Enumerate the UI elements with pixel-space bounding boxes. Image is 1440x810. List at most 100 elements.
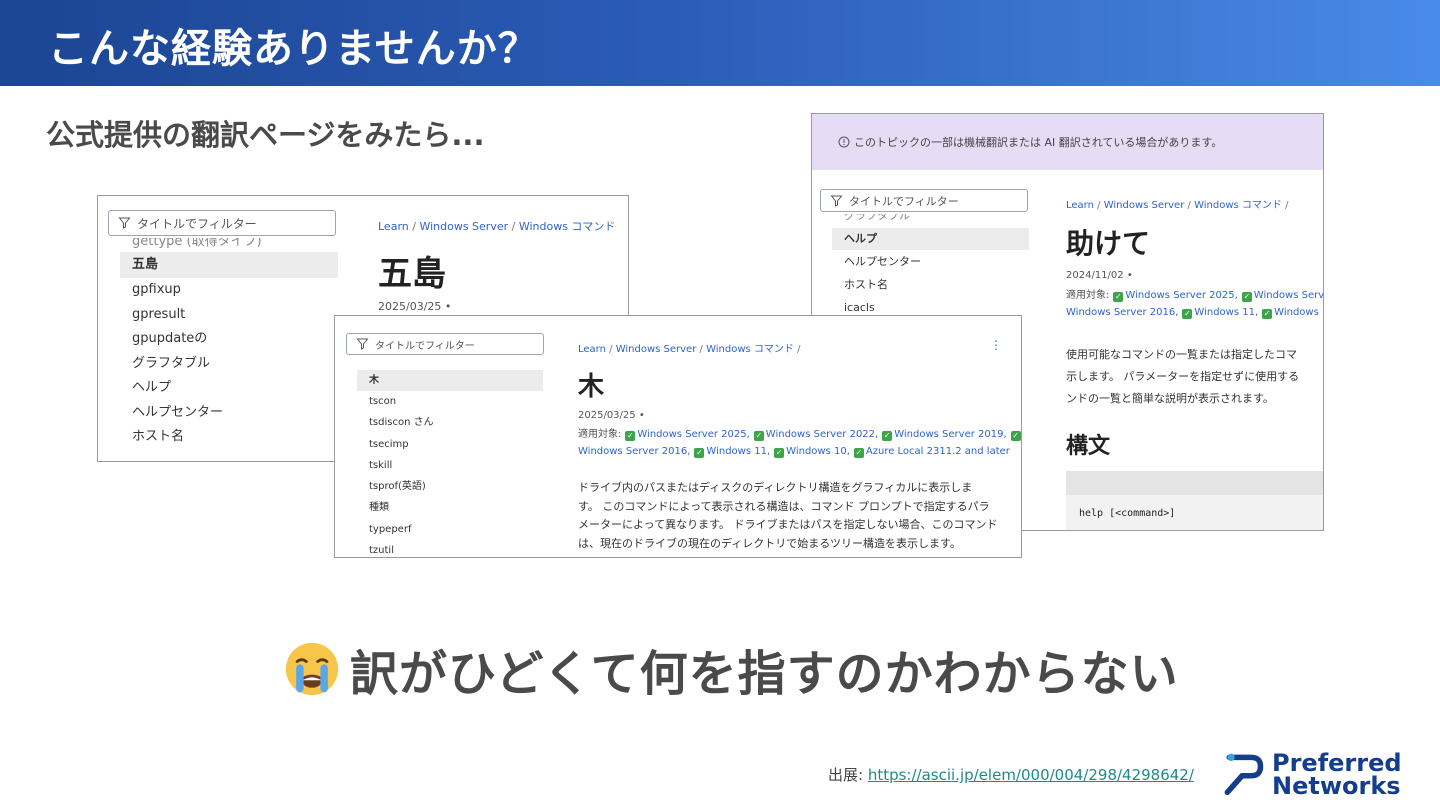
applies-link[interactable]: Windows Server 2019,	[894, 429, 1006, 440]
filter-icon	[830, 195, 843, 207]
nav-item[interactable]: tscon	[357, 391, 543, 412]
logo-text-line1: Preferred	[1272, 749, 1402, 777]
applies-link[interactable]: Windows Server 2025,	[1125, 290, 1237, 301]
nav-item[interactable]: ヘルプ	[120, 376, 338, 401]
body-line: 示します。 パラメーターを指定せずに使用する	[1066, 370, 1300, 383]
logo-text-line2: Networks	[1272, 772, 1401, 800]
nav-item[interactable]: グラフタブル	[120, 352, 338, 377]
screenshot-tree: タイトルでフィルター 木 tscon tsdiscon さん tsecimp t…	[334, 315, 1022, 558]
nav-item[interactable]: グラフタブル	[832, 214, 1029, 228]
page-date: 2024/11/02 •	[1066, 270, 1133, 281]
breadcrumb-link[interactable]: Windows Server	[616, 344, 697, 355]
page-title: 木	[578, 372, 605, 402]
breadcrumb-link[interactable]: Windows コマンド	[1194, 200, 1282, 211]
check-icon: ✓	[853, 448, 864, 458]
breadcrumb: Learn / Windows Server / Windows コマンド /	[1066, 200, 1289, 211]
filter-input[interactable]: タイトルでフィルター	[820, 189, 1028, 212]
reaction-line: 訳がひどくて何を指すのかわからない	[284, 634, 1179, 704]
applies-link[interactable]: Windows 11,	[1194, 307, 1258, 318]
nav-list: 木 tscon tsdiscon さん tsecimp tskill tspro…	[357, 356, 543, 557]
applies-link[interactable]: Windows Server 2025,	[637, 429, 749, 440]
nav-item[interactable]: gpresult	[120, 303, 338, 328]
applies-link[interactable]: Windows Server 2016,	[1066, 307, 1178, 318]
source-link[interactable]: https://ascii.jp/elem/000/004/298/429864…	[868, 766, 1194, 784]
applies-label: 適用対象:	[1066, 290, 1110, 301]
check-icon: ✓	[625, 431, 636, 441]
body-line: す。 このコマンドによって表示される構造は、コマンド プロンプトで指定するパラ	[578, 499, 990, 513]
nav-item-partial	[357, 356, 543, 370]
nav-item-active[interactable]: ヘルプ	[832, 228, 1029, 250]
check-icon: ✓	[1010, 431, 1021, 441]
breadcrumb-link[interactable]: Learn	[578, 344, 606, 355]
breadcrumb-link[interactable]: Windows コマンド	[519, 220, 616, 233]
applies-link[interactable]: Windows 10,	[786, 446, 850, 457]
more-options-icon[interactable]: ⋮	[990, 338, 1002, 352]
nav-item[interactable]: gettype (取得タイプ)	[120, 238, 338, 252]
applies-to: 適用対象:✓Windows Server 2025,✓Windows Serve…	[578, 426, 1021, 460]
breadcrumb: Learn / Windows Server / Windows コマンド	[378, 220, 616, 233]
nav-item[interactable]: ホスト名	[120, 425, 338, 450]
filter-icon	[356, 338, 369, 350]
applies-link[interactable]: Windows 10,	[1274, 307, 1323, 318]
check-icon: ✓	[1262, 309, 1273, 319]
nav-item[interactable]: ホスト名	[832, 273, 1029, 296]
nav-item[interactable]: typeperf	[357, 519, 543, 540]
nav-item[interactable]: 種類	[357, 497, 543, 518]
check-icon: ✓	[882, 431, 893, 441]
preferred-networks-logo: Preferred Networks	[1218, 748, 1422, 800]
nav-item[interactable]: tzutil	[357, 540, 543, 557]
breadcrumb-link[interactable]: Windows Server	[1104, 200, 1185, 211]
nav-item-active[interactable]: 木	[357, 370, 543, 391]
code-text: help [<command>]	[1079, 508, 1176, 519]
applies-to: 適用対象:✓Windows Server 2025,✓Windows Serve…	[1066, 287, 1323, 321]
breadcrumb-link[interactable]: Learn	[378, 220, 409, 233]
breadcrumb: Learn / Windows Server / Windows コマンド /	[578, 344, 801, 355]
nav-item[interactable]: ヘルプセンター	[120, 401, 338, 426]
applies-link[interactable]: Windows Server 2022,	[766, 429, 878, 440]
banner-text: このトピックの一部は機械翻訳または AI 翻訳されている場合があります。	[854, 136, 1223, 149]
check-icon: ✓	[1182, 309, 1193, 319]
filter-icon	[118, 217, 131, 229]
breadcrumb-link[interactable]: Windows コマンド	[706, 344, 794, 355]
applies-link[interactable]: Windows 11,	[706, 446, 770, 457]
body-line: は、現在のドライブの現在のディレクトリで始まるツリー構造を表示します。	[578, 536, 961, 550]
applies-link[interactable]: Windows Server 2016,	[578, 446, 690, 457]
filter-input[interactable]: タイトルでフィルター	[108, 210, 336, 236]
ai-translation-banner: このトピックの一部は機械翻訳または AI 翻訳されている場合があります。	[812, 114, 1323, 170]
nav-item[interactable]: tsecimp	[357, 434, 543, 455]
applies-link[interactable]: Azure Local 2311.2 and later	[866, 446, 1010, 457]
check-icon: ✓	[694, 448, 705, 458]
nav-item[interactable]: gpupdateの	[120, 327, 338, 352]
slide-header: こんな経験ありませんか？	[0, 0, 1440, 86]
nav-item[interactable]: tskill	[357, 455, 543, 476]
reaction-text: 訳がひどくて何を指すのかわからない	[350, 646, 1179, 702]
filter-placeholder: タイトルでフィルター	[137, 216, 257, 231]
nav-item[interactable]: tsprof(英語)	[357, 476, 543, 497]
check-icon: ✓	[1113, 292, 1124, 302]
filter-placeholder: タイトルでフィルター	[849, 194, 959, 208]
breadcrumb-link[interactable]: Learn	[1066, 200, 1094, 211]
pfn-logo-mark	[1224, 753, 1264, 796]
page-body: ドライブ内のパスまたはディスクのディレクトリ構造をグラフィカルに表示しま す。 …	[578, 479, 998, 553]
body-line: ドライブ内のパスまたはディスクのディレクトリ構造をグラフィカルに表示しま	[578, 481, 973, 494]
page-date: 2025/03/25 •	[578, 410, 645, 421]
page-body: 使用可能なコマンドの一覧または指定したコマ 示します。 パラメーターを指定せずに…	[1066, 344, 1299, 410]
check-icon: ✓	[753, 431, 764, 441]
crying-face-icon	[285, 642, 339, 696]
nav-list: gettype (取得タイプ) 五島 gpfixup gpresult gpup…	[120, 238, 338, 450]
code-block: help [<command>]	[1066, 471, 1323, 530]
applies-label: 適用対象:	[578, 429, 622, 440]
slide-subtitle: 公式提供の翻訳ページをみたら...	[46, 118, 485, 152]
slide-title: こんな経験ありませんか？	[48, 26, 539, 72]
breadcrumb-link[interactable]: Windows Server	[419, 220, 508, 233]
nav-item[interactable]: tsdiscon さん	[357, 412, 543, 433]
filter-placeholder: タイトルでフィルター	[375, 340, 475, 352]
applies-link[interactable]: Windows Server	[1254, 290, 1323, 301]
nav-item[interactable]: gpfixup	[120, 278, 338, 303]
filter-input[interactable]: タイトルでフィルター	[346, 333, 544, 355]
info-icon	[838, 136, 850, 148]
nav-item-active[interactable]: 五島	[120, 252, 338, 278]
nav-item[interactable]: ヘルプセンター	[832, 250, 1029, 273]
check-icon: ✓	[1241, 292, 1252, 302]
body-line: ンドの一覧と簡単な説明が表示されます。	[1066, 392, 1274, 405]
